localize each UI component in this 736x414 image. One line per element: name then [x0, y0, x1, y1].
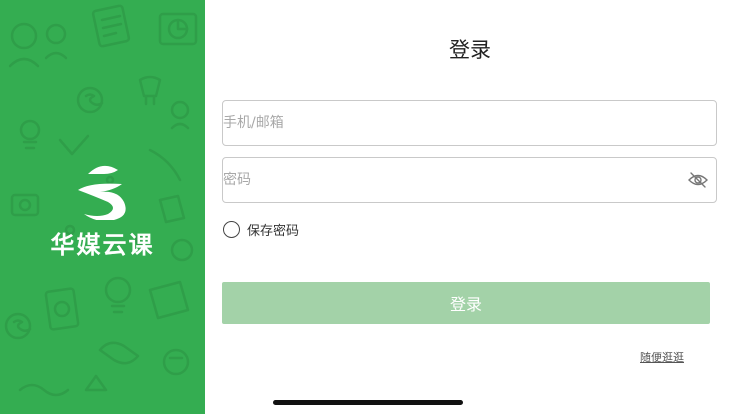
- browse-as-guest-link[interactable]: 随便逛逛: [640, 349, 684, 365]
- remember-label: 保存密码: [247, 223, 300, 239]
- brand-swirl-logo-icon: [78, 165, 126, 220]
- login-button[interactable]: 登录: [222, 282, 710, 324]
- brand-name: 华媒云课: [50, 230, 155, 259]
- remember-radio[interactable]: [223, 220, 240, 238]
- eye-slash-icon[interactable]: [687, 171, 709, 189]
- password-input[interactable]: [223, 158, 716, 202]
- remember-password-option[interactable]: 保存密码: [223, 218, 299, 240]
- page-title: 登录: [449, 38, 491, 62]
- home-indicator[interactable]: [273, 400, 463, 405]
- account-field[interactable]: [222, 100, 717, 146]
- brand-panel: 华媒云课: [0, 0, 205, 414]
- account-input[interactable]: [223, 101, 716, 145]
- password-field[interactable]: [222, 157, 717, 203]
